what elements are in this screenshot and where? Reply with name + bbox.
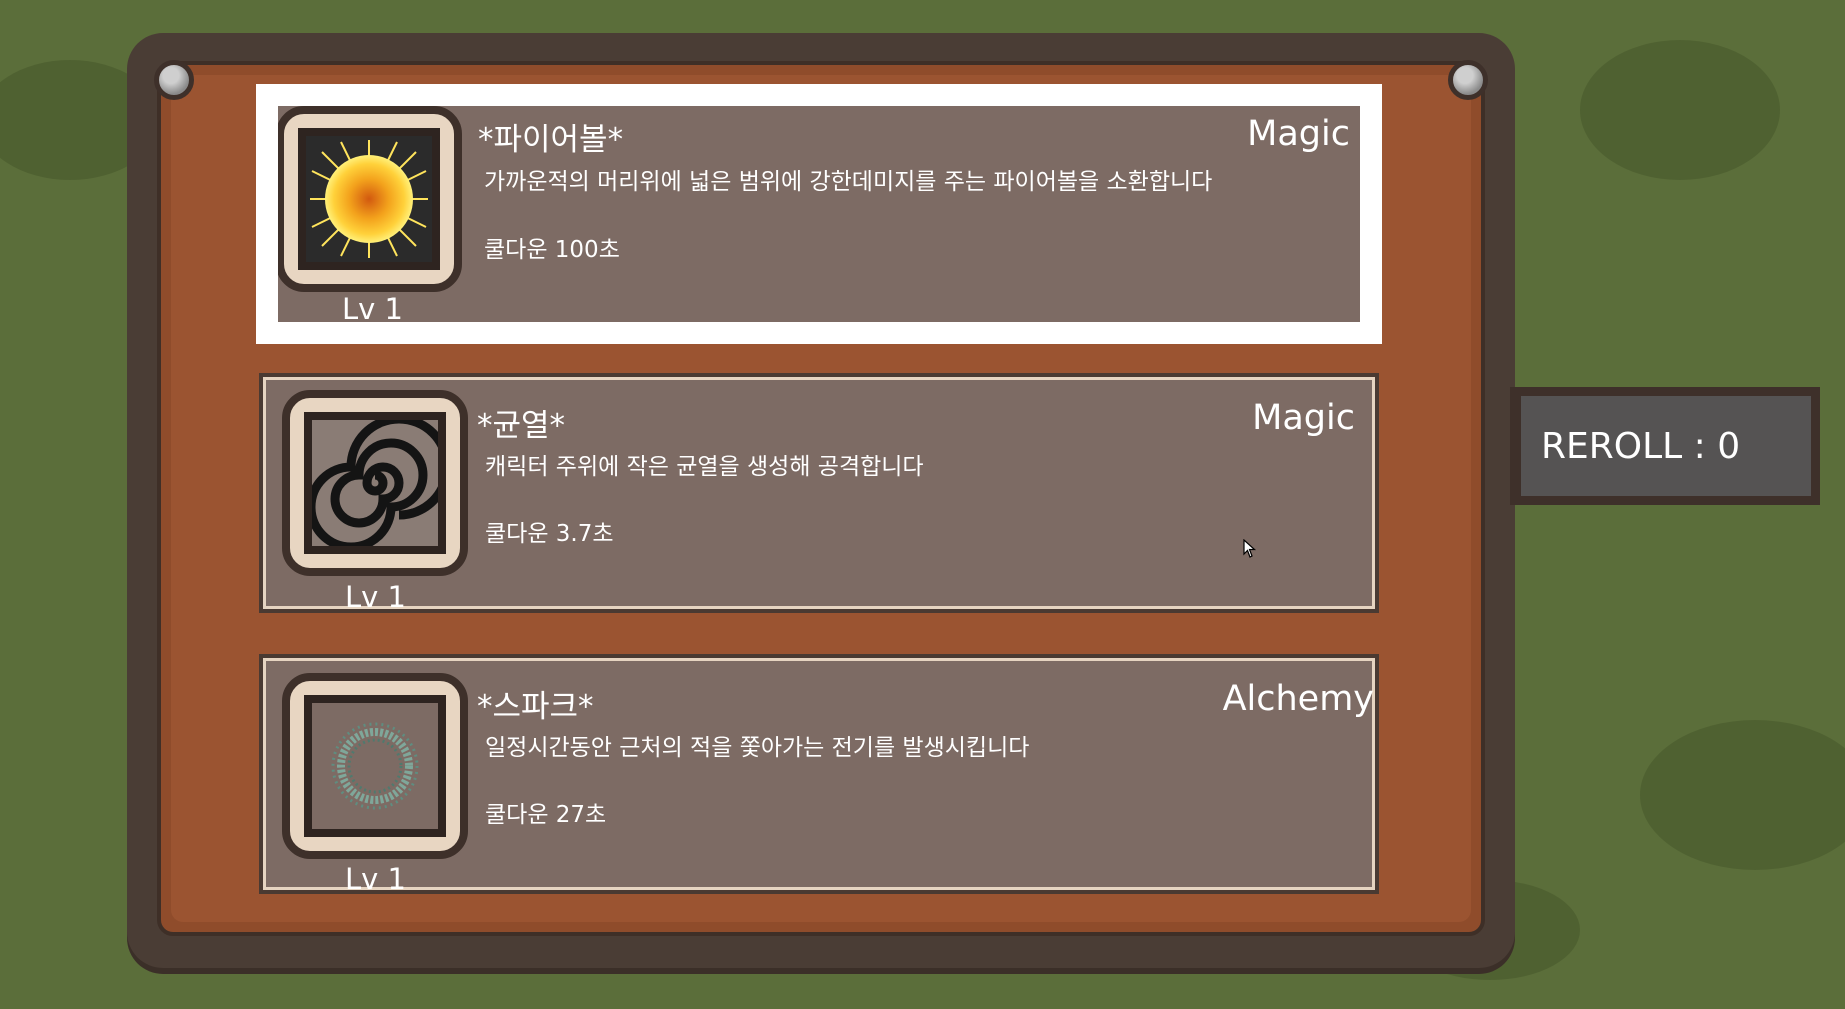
- skill-level: Lv 1: [345, 580, 406, 614]
- skill-name: *파이어볼*: [478, 122, 624, 158]
- skill-cooldown: 쿨다운 27초: [485, 802, 607, 828]
- mouse-cursor-icon: [1243, 539, 1257, 558]
- skill-name: *균열*: [477, 408, 566, 444]
- skill-category: Magic: [1252, 398, 1355, 438]
- reroll-label: REROLL : 0: [1541, 425, 1741, 467]
- skill-category: Alchemy: [1222, 679, 1374, 719]
- skill-card-spark[interactable]: Lv 1 *스파크* Alchemy 일정시간동안 근처의 적을 쫓아가는 전기…: [259, 654, 1379, 896]
- skill-icon-frame: [282, 390, 468, 576]
- skill-icon-frame: [282, 673, 468, 859]
- skill-level: Lv 1: [345, 862, 406, 896]
- bolt-icon: [1448, 60, 1488, 100]
- ground-patch: [1640, 720, 1845, 870]
- skill-description: 가까운적의 머리위에 넓은 범위에 강한데미지를 주는 파이어볼을 소환합니다: [484, 169, 1213, 195]
- skill-description: 캐릭터 주위에 작은 균열을 생성해 공격합니다: [485, 454, 924, 480]
- skill-cooldown: 쿨다운 3.7초: [485, 521, 614, 547]
- fireball-icon: [306, 136, 432, 262]
- skill-name: *스파크*: [477, 689, 594, 725]
- skill-card-rift[interactable]: Lv 1 *균열* Magic 캐릭터 주위에 작은 균열을 생성해 공격합니다…: [259, 373, 1379, 614]
- spiral-rift-icon: [312, 420, 438, 546]
- skill-category: Magic: [1247, 114, 1350, 154]
- skill-card-fireball[interactable]: Lv 1 *파이어볼* Magic 가까운적의 머리위에 넓은 범위에 강한데미…: [256, 84, 1382, 344]
- reroll-button[interactable]: REROLL : 0: [1510, 387, 1820, 505]
- skill-icon-frame: [278, 106, 462, 292]
- skill-cooldown: 쿨다운 100초: [484, 237, 620, 263]
- bolt-icon: [154, 60, 194, 100]
- spark-ring-icon: [312, 703, 438, 829]
- ground-patch: [1580, 40, 1780, 180]
- skill-level: Lv 1: [342, 292, 403, 326]
- skill-description: 일정시간동안 근처의 적을 쫓아가는 전기를 발생시킵니다: [485, 735, 1030, 761]
